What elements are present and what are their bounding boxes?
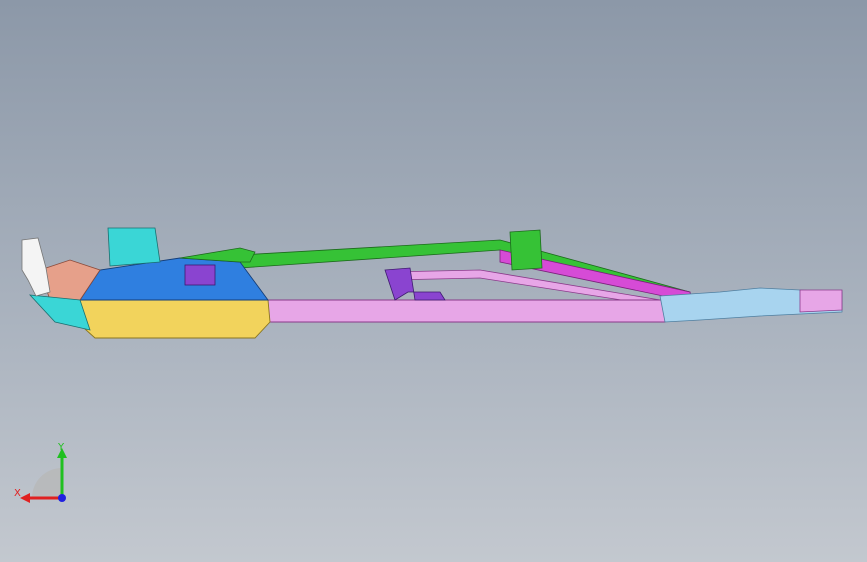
front-upper-bracket[interactable] bbox=[107, 227, 161, 267]
cad-viewport[interactable]: Y X bbox=[0, 0, 867, 562]
x-axis-label: X bbox=[14, 488, 21, 499]
chassis-frame-model[interactable] bbox=[0, 0, 867, 562]
x-axis-arrow bbox=[20, 493, 30, 503]
rear-end-bracket[interactable] bbox=[799, 289, 843, 313]
tank-module[interactable] bbox=[184, 264, 216, 286]
axis-triad: Y X bbox=[14, 442, 67, 503]
triad-sector bbox=[32, 468, 62, 498]
front-hook[interactable] bbox=[21, 237, 51, 297]
rear-bracket[interactable] bbox=[509, 229, 543, 271]
main-lower-rail[interactable] bbox=[267, 299, 673, 323]
y-axis-label: Y bbox=[57, 442, 65, 453]
front-tank-lower[interactable] bbox=[74, 299, 271, 339]
z-axis-dot bbox=[58, 494, 66, 502]
front-tank-upper[interactable] bbox=[79, 257, 269, 301]
